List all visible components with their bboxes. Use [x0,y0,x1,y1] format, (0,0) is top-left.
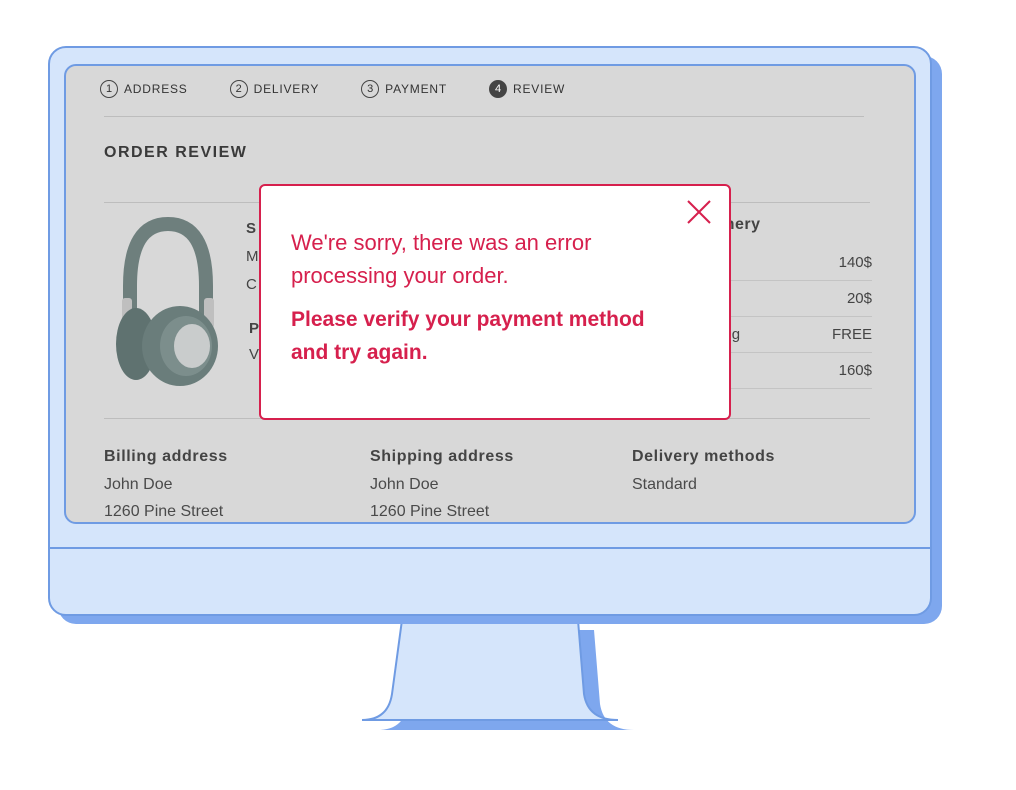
step-payment[interactable]: 3 PAYMENT [361,80,447,98]
divider [104,116,864,117]
checkout-steps: 1 ADDRESS 2 DELIVERY 3 PAYMENT 4 REVIEW [100,80,607,98]
error-message: We're sorry, there was an error processi… [291,230,592,288]
product-name-partial: S [246,220,257,237]
shipping-street: 1260 Pine Street [370,503,490,520]
product-price-partial: V [249,346,260,363]
shipping-address-title: Shipping address [370,448,514,465]
step-review[interactable]: 4 REVIEW [489,80,565,98]
summary-value: 20$ [846,290,872,307]
delivery-method: Standard [632,476,697,493]
monitor-chin-divider [50,547,930,549]
product-detail-partial: M [246,248,259,265]
product-detail-partial: C [246,276,257,293]
billing-address-title: Billing address [104,448,228,465]
error-instruction: Please verify your payment method and tr… [291,308,645,364]
step-number: 1 [100,80,118,98]
headphones-image [116,216,218,386]
step-number: 4 [489,80,507,98]
page-title: ORDER REVIEW [104,144,248,161]
summary-value: 160$ [838,362,872,379]
close-icon[interactable] [685,198,713,226]
summary-value: 140$ [838,254,872,271]
step-label: ADDRESS [124,82,188,96]
step-label: DELIVERY [253,82,320,96]
step-label: PAYMENT [385,82,447,96]
step-number: 2 [229,80,248,98]
shipping-name: John Doe [370,476,439,493]
billing-name: John Doe [104,476,173,493]
billing-street: 1260 Pine Street [104,503,224,520]
step-label: REVIEW [513,82,566,96]
step-address[interactable]: 1 ADDRESS [100,80,188,98]
product-price-label-partial: P [249,320,260,337]
step-delivery[interactable]: 2 DELIVERY [229,80,320,98]
summary-value: FREE [831,326,872,343]
delivery-methods-title: Delivery methods [632,448,775,465]
error-modal: We're sorry, there was an error processi… [259,184,731,420]
step-number: 3 [361,80,380,98]
